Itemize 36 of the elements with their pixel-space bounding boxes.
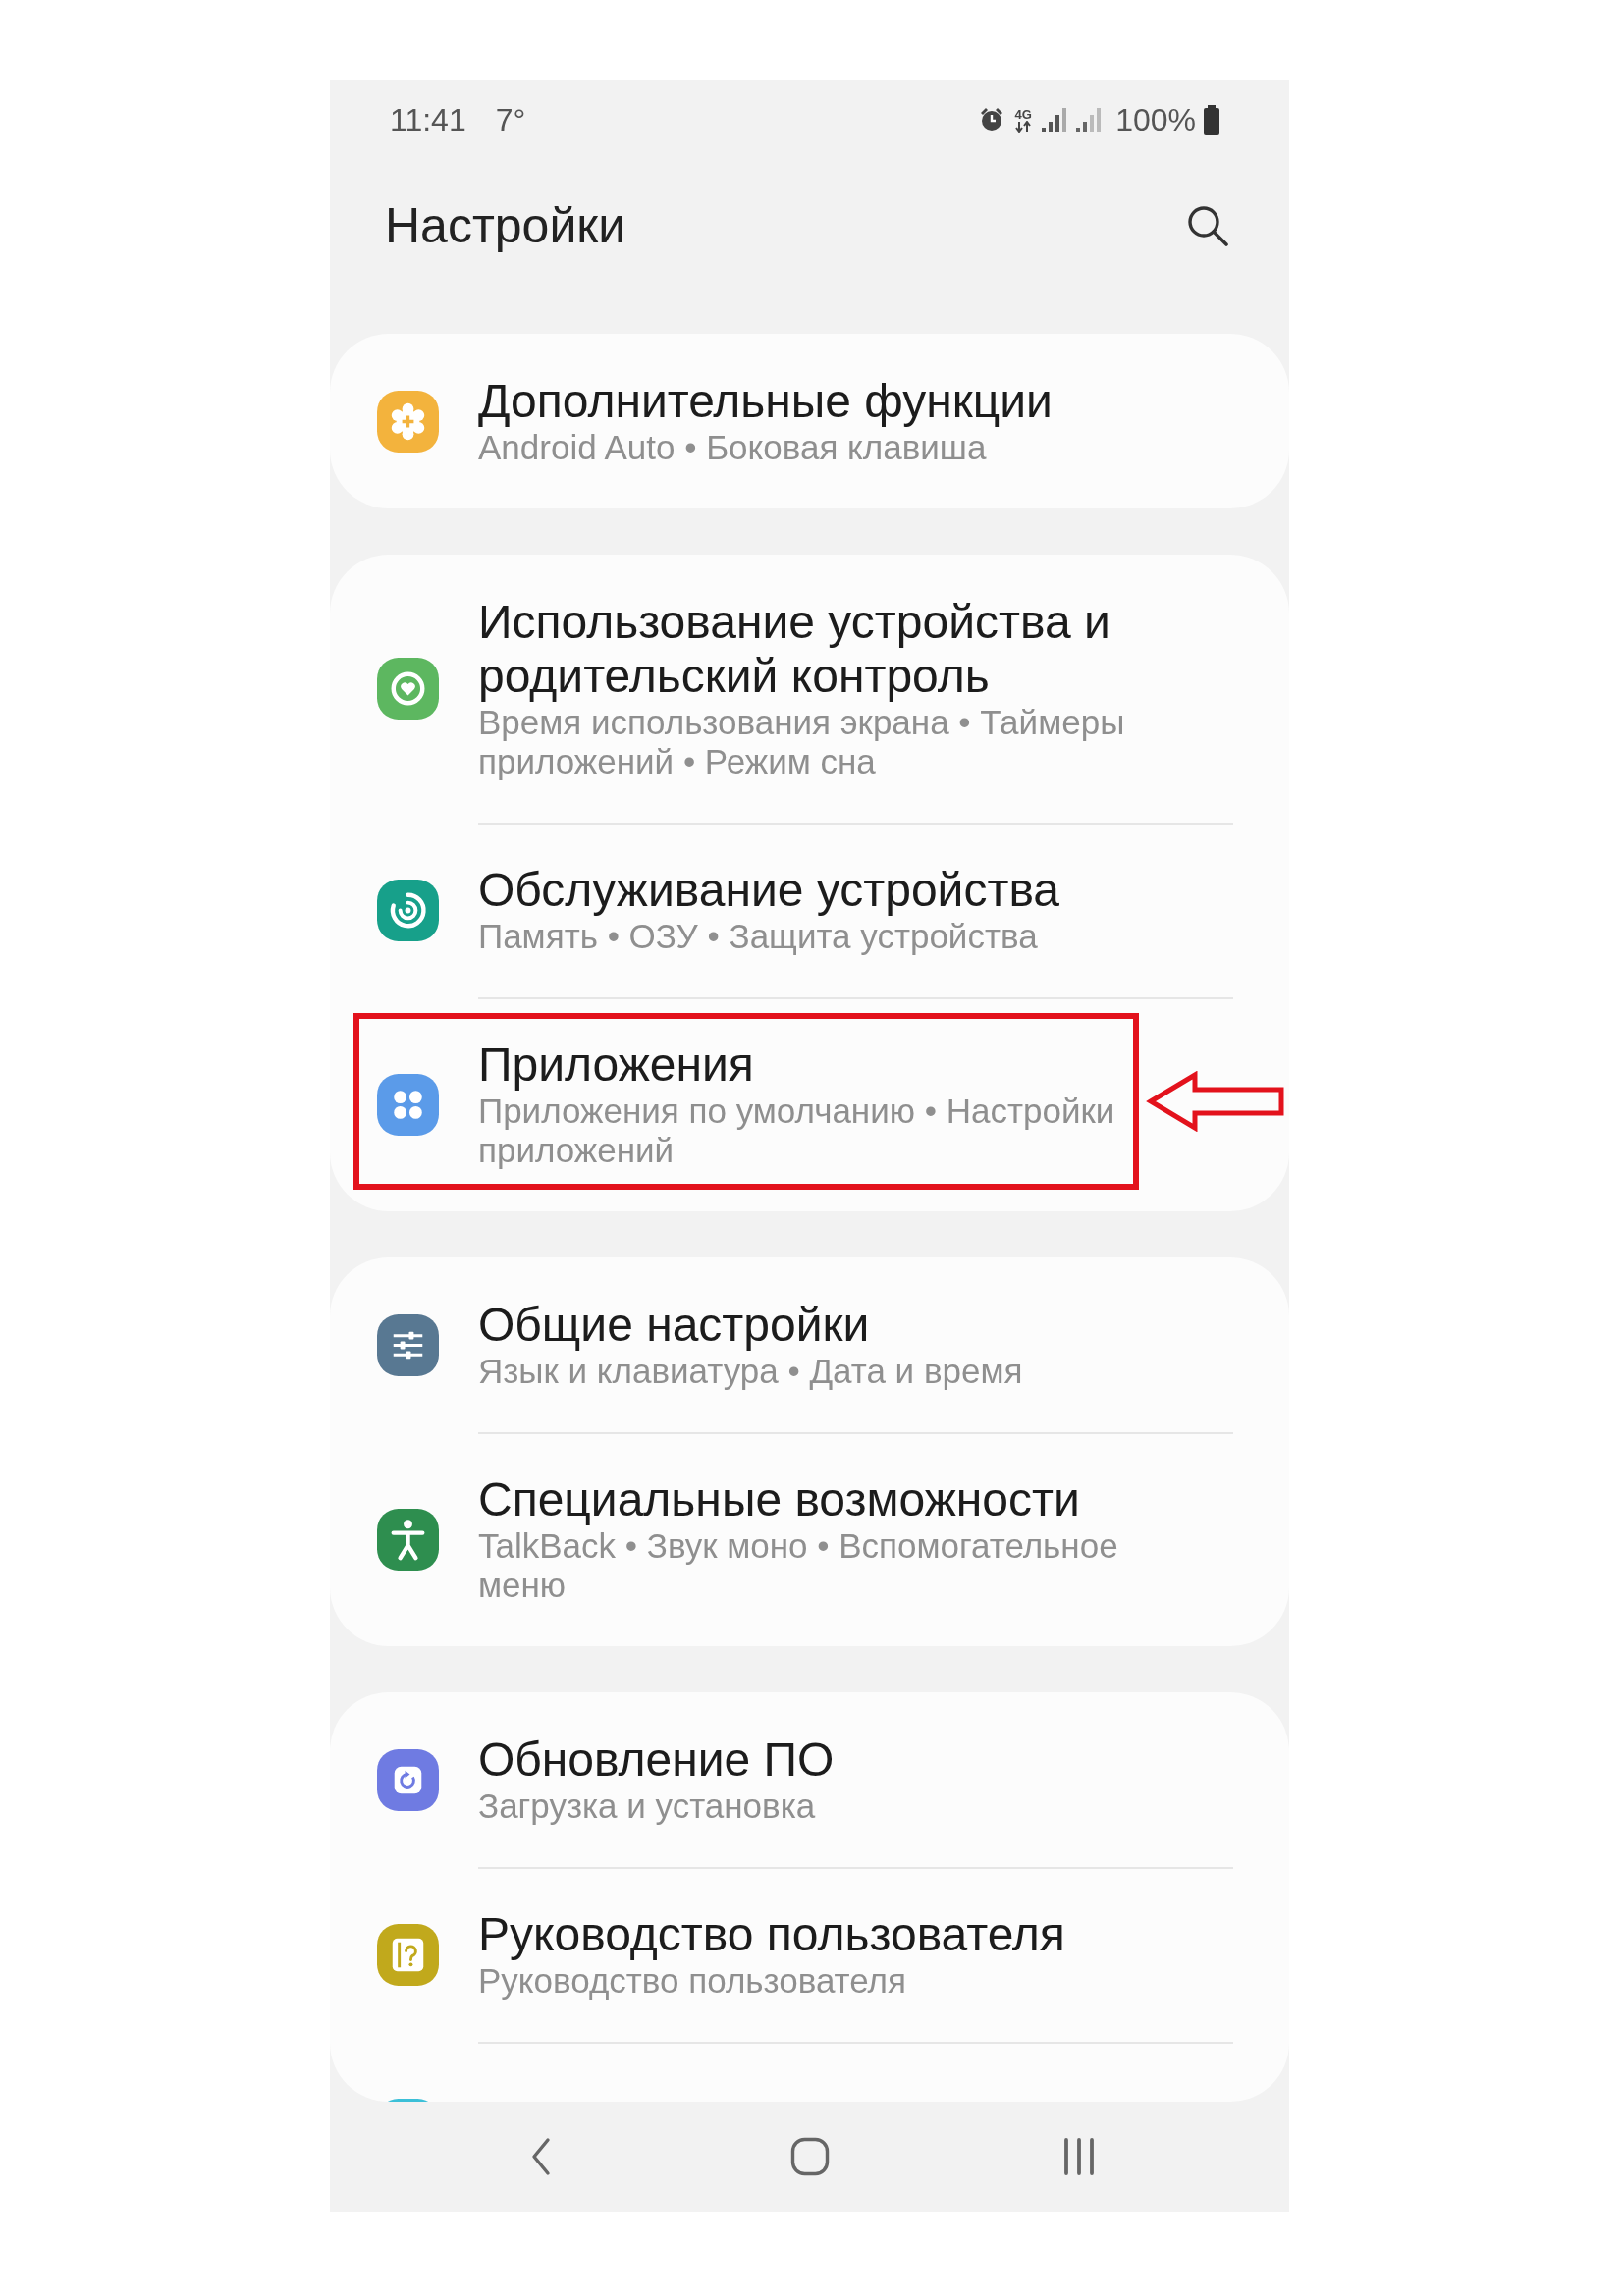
item-subtitle: Язык и клавиатура • Дата и время xyxy=(478,1352,1024,1391)
signal-icon xyxy=(1041,107,1069,133)
settings-item[interactable]: Обслуживание устройства Память • ОЗУ • Защита устройства xyxy=(330,823,1289,997)
search-icon[interactable] xyxy=(1187,205,1228,246)
item-subtitle: TalkBack • Звук моно • Вспомогательное меню xyxy=(478,1526,1119,1605)
settings-item[interactable]: Дополнительные функции Android Auto • Боковая клавиша xyxy=(330,334,1289,508)
settings-item[interactable]: Приложения Приложения по умолчанию • Настройки приложений xyxy=(330,997,1289,1211)
item-subtitle: Руководство пользователя xyxy=(478,1961,907,2001)
item-title: Общие настройки xyxy=(478,1298,871,1352)
battery-percent: 100% xyxy=(1115,102,1196,137)
settings-item[interactable]: Использование устройства и родительский контроль Время использования экрана • Таймеры приложений • Режим сна xyxy=(330,555,1289,823)
item-title: Специальные возможности xyxy=(478,1472,1081,1526)
item-subtitle: Память • ОЗУ • Защита устройства xyxy=(478,917,1039,956)
data-arrows-icon xyxy=(1014,120,1033,133)
page-title: Настройки xyxy=(385,197,626,255)
signal-icon xyxy=(1075,107,1104,133)
settings-item[interactable]: Обновление ПО Загрузка и установка xyxy=(330,1692,1289,1867)
item-title: Дополнительные функции xyxy=(478,374,1054,428)
item-subtitle: Время использования экрана • Таймеры приложений • Режим сна xyxy=(478,703,1126,781)
settings-item[interactable]: Общие настройки Язык и клавиатура • Дата и время xyxy=(330,1257,1289,1432)
network-type-label: 4G xyxy=(1014,107,1032,121)
home-icon[interactable] xyxy=(789,2137,830,2176)
item-subtitle: Android Auto • Боковая клавиша xyxy=(478,428,988,467)
item-subtitle: Загрузка и установка xyxy=(478,1787,817,1826)
item-title: Использование устройства и родительский контроль xyxy=(478,595,1111,703)
settings-item[interactable]: Специальные возможности TalkBack • Звук моно • Вспомогательное меню xyxy=(330,1432,1289,1646)
clock-time: 11:41 xyxy=(390,102,466,137)
item-title: Руководство пользователя xyxy=(478,1907,1066,1961)
item-title: Приложения xyxy=(478,1038,755,1092)
item-subtitle: Приложения по умолчанию • Настройки приложений xyxy=(478,1092,1116,1170)
settings-item[interactable]: Руководство пользователя Руководство пользователя xyxy=(330,1867,1289,2042)
item-title: Обслуживание устройства xyxy=(478,863,1061,917)
pointer-arrow-icon xyxy=(1146,1071,1285,1132)
temperature: 7° xyxy=(495,102,526,137)
item-title: Обновление ПО xyxy=(478,1733,836,1787)
battery-icon xyxy=(1203,104,1220,135)
